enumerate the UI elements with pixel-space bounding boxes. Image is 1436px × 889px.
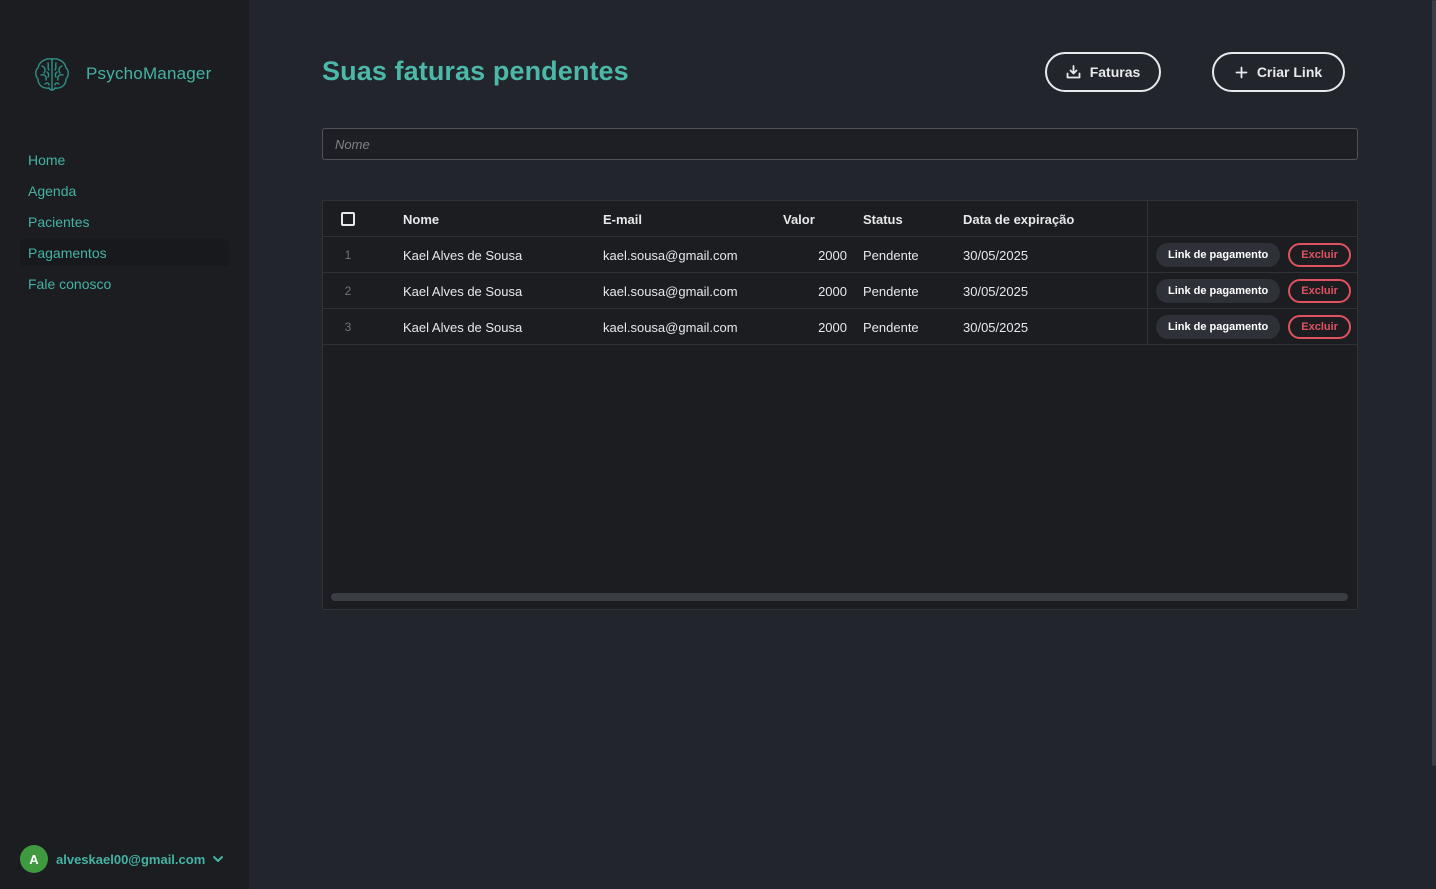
select-all-cell — [323, 201, 373, 237]
payment-link-button[interactable]: Link de pagamento — [1156, 243, 1281, 267]
column-header-actions — [1147, 201, 1357, 237]
cell-actions: Link de pagamento Excluir — [1147, 237, 1357, 273]
brand[interactable]: PsychoManager — [33, 55, 211, 93]
criar-link-button[interactable]: Criar Link — [1212, 52, 1345, 92]
sidebar-nav: Home Agenda Pacientes Pagamentos Fale co… — [20, 146, 229, 301]
column-header-nome[interactable]: Nome — [403, 201, 439, 237]
sidebar-item-pacientes[interactable]: Pacientes — [20, 208, 229, 235]
cell-status: Pendente — [863, 247, 919, 263]
delete-button[interactable]: Excluir — [1288, 315, 1351, 339]
sidebar: PsychoManager Home Agenda Pacientes Paga… — [0, 0, 249, 889]
cell-nome: Kael Alves de Sousa — [403, 247, 523, 263]
app-name: PsychoManager — [86, 64, 212, 83]
faturas-button[interactable]: Faturas — [1045, 52, 1161, 92]
plus-icon — [1235, 66, 1248, 78]
cell-valor: 2000 — [818, 283, 847, 299]
delete-button[interactable]: Excluir — [1288, 243, 1351, 267]
faturas-button-label: Faturas — [1089, 64, 1141, 80]
column-header-valor[interactable]: Valor — [783, 201, 815, 237]
user-menu[interactable]: A alveskael00@gmail.com — [20, 845, 225, 873]
page-title: Suas faturas pendentes — [322, 56, 629, 86]
sidebar-item-home[interactable]: Home — [20, 146, 229, 173]
table-row[interactable]: 1 Kael Alves de Sousa kael.sousa@gmail.c… — [323, 237, 1357, 273]
cell-nome: Kael Alves de Sousa — [403, 319, 523, 335]
table-header: Nome E-mail Valor Status Data de expiraç… — [323, 201, 1357, 237]
chevron-down-icon[interactable] — [211, 852, 225, 866]
cell-nome: Kael Alves de Sousa — [403, 283, 523, 299]
page-scrollbar[interactable] — [1432, 0, 1436, 766]
row-number: 3 — [344, 320, 352, 334]
row-number: 2 — [344, 284, 352, 298]
cell-valor: 2000 — [818, 247, 847, 263]
cell-status: Pendente — [863, 319, 919, 335]
search-placeholder: Nome — [335, 136, 370, 152]
brain-icon — [35, 58, 69, 91]
column-header-email[interactable]: E-mail — [603, 201, 642, 237]
cell-valor: 2000 — [818, 319, 847, 335]
table-row[interactable]: 3 Kael Alves de Sousa kael.sousa@gmail.c… — [323, 309, 1357, 345]
sidebar-item-fale-conosco[interactable]: Fale conosco — [20, 270, 229, 297]
cell-data: 30/05/2025 — [963, 283, 1029, 299]
user-email: alveskael00@gmail.com — [56, 851, 206, 867]
table-row[interactable]: 2 Kael Alves de Sousa kael.sousa@gmail.c… — [323, 273, 1357, 309]
horizontal-scrollbar[interactable] — [331, 593, 1348, 601]
sidebar-item-pagamentos[interactable]: Pagamentos — [20, 239, 229, 266]
download-icon — [1066, 65, 1081, 79]
criar-link-button-label: Criar Link — [1256, 64, 1323, 80]
cell-actions: Link de pagamento Excluir — [1147, 309, 1357, 345]
cell-email: kael.sousa@gmail.com — [603, 247, 738, 263]
column-header-status[interactable]: Status — [863, 201, 903, 237]
column-header-data[interactable]: Data de expiração — [963, 201, 1074, 237]
cell-actions: Link de pagamento Excluir — [1147, 273, 1357, 309]
cell-email: kael.sousa@gmail.com — [603, 319, 738, 335]
invoices-table: Nome E-mail Valor Status Data de expiraç… — [322, 200, 1358, 610]
cell-status: Pendente — [863, 283, 919, 299]
sidebar-item-agenda[interactable]: Agenda — [20, 177, 229, 204]
search-input[interactable]: Nome — [322, 128, 1358, 160]
payment-link-button[interactable]: Link de pagamento — [1156, 315, 1281, 339]
avatar: A — [20, 845, 48, 873]
row-number: 1 — [344, 248, 352, 262]
payment-link-button[interactable]: Link de pagamento — [1156, 279, 1281, 303]
select-all-checkbox[interactable] — [341, 212, 355, 226]
cell-email: kael.sousa@gmail.com — [603, 283, 738, 299]
cell-data: 30/05/2025 — [963, 247, 1029, 263]
cell-data: 30/05/2025 — [963, 319, 1029, 335]
delete-button[interactable]: Excluir — [1288, 279, 1351, 303]
